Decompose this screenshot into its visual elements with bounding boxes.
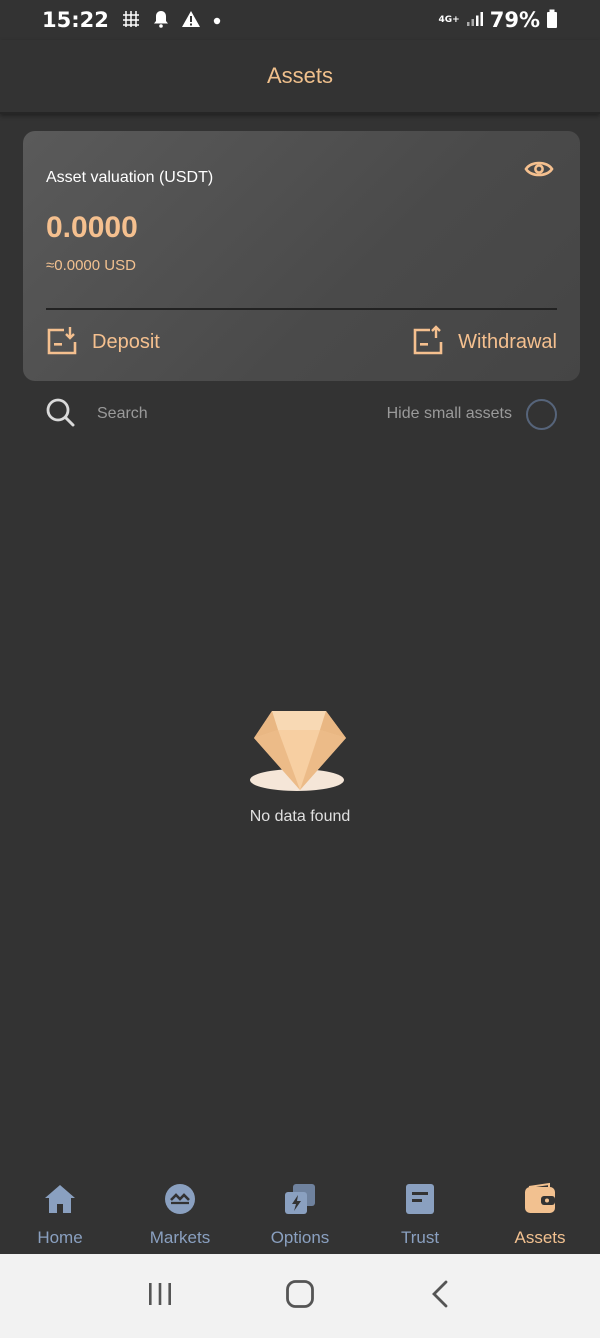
valuation-label: Asset valuation (USDT) (46, 169, 214, 186)
bell-icon (153, 10, 169, 31)
wallet-icon (523, 1182, 557, 1220)
warning-icon (181, 10, 201, 31)
options-icon (283, 1182, 317, 1220)
system-navigation-bar (0, 1254, 600, 1338)
grid-notification-icon (121, 9, 141, 32)
search-input[interactable] (97, 405, 277, 423)
battery-percent: 79% (489, 8, 540, 32)
back-chevron-icon (430, 1279, 450, 1313)
nav-item-trust[interactable]: Trust (360, 1170, 480, 1254)
status-bar: 15:22 4G+ 79% (0, 0, 600, 40)
back-button[interactable] (410, 1276, 470, 1316)
home-circle-icon (285, 1279, 315, 1313)
valuation-usd: ≈0.0000 USD (46, 257, 136, 274)
withdrawal-icon (412, 325, 444, 359)
valuation-amount: 0.0000 (46, 211, 138, 244)
nav-item-options[interactable]: Options (240, 1170, 360, 1254)
markets-icon (163, 1182, 197, 1220)
recent-apps-button[interactable] (130, 1276, 190, 1316)
dot-icon (213, 12, 221, 28)
app-header: Assets (0, 40, 600, 114)
nav-label-home: Home (37, 1228, 83, 1247)
hide-small-assets-label: Hide small assets (386, 405, 512, 422)
assets-screen: 15:22 4G+ 79% Assets Asset valuation (US… (0, 0, 600, 1338)
deposit-label: Deposit (92, 330, 160, 353)
home-icon (43, 1182, 77, 1220)
nav-item-home[interactable]: Home (0, 1170, 120, 1254)
asset-valuation-card: Asset valuation (USDT) 0.0000 ≈0.0000 US… (23, 131, 580, 381)
nav-label-options: Options (270, 1228, 330, 1247)
status-time: 15:22 (42, 8, 109, 32)
deposit-icon (46, 325, 78, 359)
withdrawal-button[interactable]: Withdrawal (412, 325, 557, 359)
empty-state-text: No data found (249, 808, 351, 825)
hide-small-assets-toggle[interactable]: Hide small assets (386, 398, 557, 430)
nav-item-assets[interactable]: Assets (480, 1170, 600, 1254)
deposit-button[interactable]: Deposit (46, 325, 160, 359)
battery-icon (546, 9, 558, 32)
signal-icon (466, 11, 484, 30)
network-indicator: 4G+ (438, 14, 460, 25)
recent-apps-icon (145, 1281, 175, 1311)
nav-label-assets: Assets (514, 1228, 566, 1247)
page-title: Assets (266, 63, 334, 88)
card-divider (46, 308, 557, 310)
eye-icon[interactable] (524, 157, 554, 181)
empty-state: No data found (0, 708, 600, 826)
nav-label-markets: Markets (149, 1228, 211, 1247)
home-system-button[interactable] (270, 1276, 330, 1316)
bottom-navigation: Home Markets Options Trust Assets (0, 1170, 600, 1254)
search-icon[interactable] (45, 397, 75, 431)
hide-small-assets-radio[interactable] (526, 398, 557, 430)
nav-label-trust: Trust (400, 1228, 440, 1247)
nav-item-markets[interactable]: Markets (120, 1170, 240, 1254)
trust-icon (403, 1182, 437, 1220)
withdrawal-label: Withdrawal (458, 330, 557, 353)
asset-filter-row: Hide small assets (45, 394, 557, 434)
diamond-icon (250, 708, 350, 800)
